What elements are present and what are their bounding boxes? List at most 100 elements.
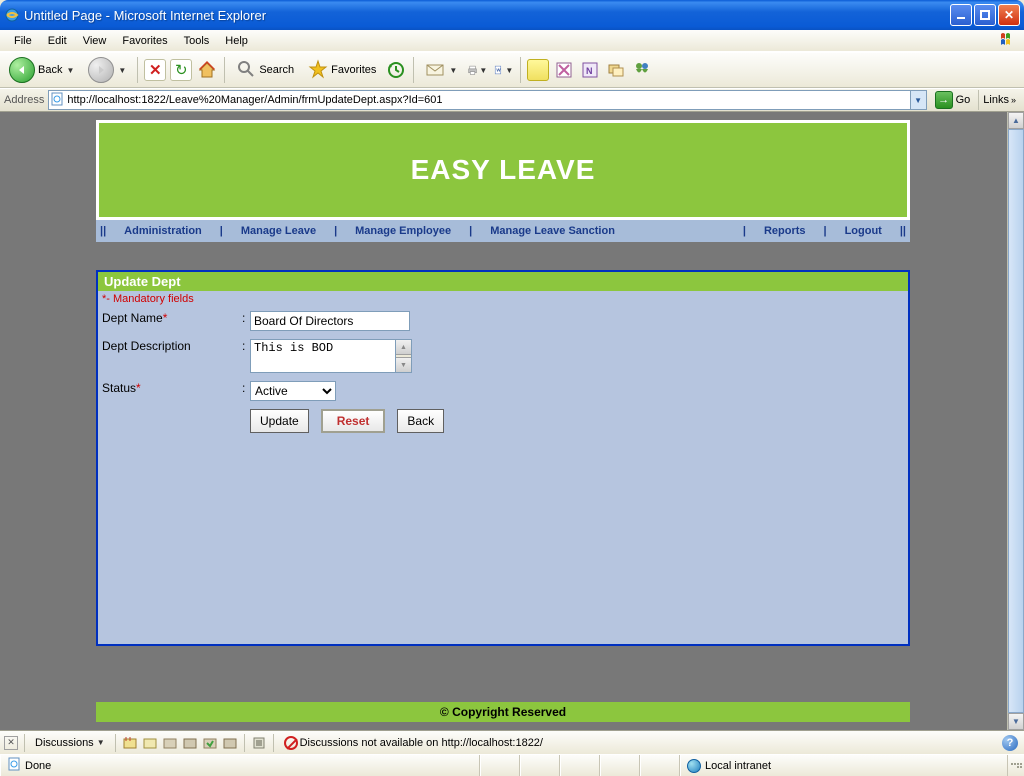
globe-icon	[687, 759, 701, 773]
status-zone: Local intranet	[680, 755, 1008, 776]
page-done-icon	[7, 757, 21, 774]
discuss-button[interactable]	[605, 59, 627, 81]
maximize-button[interactable]	[974, 4, 996, 26]
links-button[interactable]: Links »	[978, 90, 1020, 110]
windows-flag-icon	[1000, 31, 1020, 49]
edit-button[interactable]: W▼	[492, 59, 514, 81]
forward-arrow-icon	[88, 57, 114, 83]
back-button[interactable]: Back ▼	[4, 56, 79, 84]
dept-name-input[interactable]	[250, 311, 410, 331]
disc-icon-6[interactable]	[222, 735, 238, 751]
onenote-button[interactable]: N	[579, 59, 601, 81]
nav-manage-leave[interactable]: Manage Leave	[227, 225, 330, 237]
dept-desc-label: Dept Description	[102, 339, 242, 353]
toolbar: Back ▼ ▼ ✕ ↻ Search Favorites ▼ ▼ W▼ N	[0, 52, 1024, 88]
menu-edit[interactable]: Edit	[40, 33, 75, 49]
textarea-scrollbar[interactable]: ▲ ▼	[396, 339, 412, 373]
links-label: Links	[983, 94, 1009, 106]
scroll-down-button[interactable]: ▼	[1008, 713, 1024, 730]
app-title: EASY LEAVE	[411, 154, 596, 186]
mandatory-note: *- Mandatory fields	[98, 291, 908, 307]
separator	[224, 57, 225, 83]
menu-help[interactable]: Help	[217, 33, 256, 49]
separator	[137, 57, 138, 83]
discussions-bar: ✕ Discussions▼ Discussions not available…	[0, 730, 1024, 754]
menu-tools[interactable]: Tools	[176, 33, 218, 49]
app-footer: © Copyright Reserved	[96, 702, 910, 722]
disc-subscribe-icon[interactable]	[251, 735, 267, 751]
disc-icon-1[interactable]	[122, 735, 138, 751]
disc-icon-4[interactable]	[182, 735, 198, 751]
disc-icon-3[interactable]	[162, 735, 178, 751]
update-dept-panel: Update Dept *- Mandatory fields Dept Nam…	[96, 270, 910, 646]
dept-name-label: Dept Name*	[102, 311, 242, 325]
window-titlebar: Untitled Page - Microsoft Internet Explo…	[0, 0, 1024, 30]
no-entry-icon	[284, 736, 298, 750]
url-input[interactable]	[65, 94, 909, 106]
nav-administration[interactable]: Administration	[110, 225, 216, 237]
back-button-form[interactable]: Back	[397, 409, 444, 433]
stop-button[interactable]: ✕	[144, 59, 166, 81]
url-field-wrap[interactable]: ▼	[48, 90, 926, 110]
menu-view[interactable]: View	[75, 33, 115, 49]
discussions-status: Discussions not available on http://loca…	[280, 735, 547, 751]
history-button[interactable]	[385, 59, 407, 81]
discussions-label: Discussions	[35, 737, 94, 749]
panel-title: Update Dept	[98, 272, 908, 291]
home-button[interactable]	[196, 59, 218, 81]
url-dropdown-icon[interactable]: ▼	[910, 91, 926, 109]
app-banner: EASY LEAVE	[96, 120, 910, 220]
mail-button[interactable]: ▼	[420, 56, 462, 84]
menu-favorites[interactable]: Favorites	[114, 33, 175, 49]
note-button[interactable]	[527, 59, 549, 81]
discussions-message: Discussions not available on http://loca…	[300, 737, 543, 749]
search-icon	[236, 59, 256, 82]
messenger-button[interactable]	[631, 59, 653, 81]
address-label: Address	[4, 94, 44, 106]
scroll-up-icon[interactable]: ▲	[396, 340, 411, 355]
back-arrow-icon	[9, 57, 35, 83]
forward-dropdown-icon[interactable]: ▼	[118, 66, 126, 75]
resize-grip[interactable]	[1008, 761, 1024, 770]
separator	[520, 57, 521, 83]
nav-reports[interactable]: Reports	[750, 225, 820, 237]
research-button[interactable]	[553, 59, 575, 81]
menu-file[interactable]: File	[6, 33, 40, 49]
status-select[interactable]: Active	[250, 381, 336, 401]
nav-manage-leave-sanction[interactable]: Manage Leave Sanction	[476, 225, 629, 237]
minimize-button[interactable]	[950, 4, 972, 26]
search-label: Search	[259, 64, 294, 76]
help-icon[interactable]: ?	[1002, 735, 1018, 751]
dept-desc-textarea[interactable]	[250, 339, 396, 373]
favorites-button[interactable]: Favorites	[303, 56, 381, 84]
go-arrow-icon: →	[935, 91, 953, 109]
discussions-menu[interactable]: Discussions▼	[31, 736, 109, 750]
close-button[interactable]: ✕	[998, 4, 1020, 26]
nav-manage-employee[interactable]: Manage Employee	[341, 225, 465, 237]
discussions-close-button[interactable]: ✕	[4, 736, 18, 750]
mail-icon	[425, 60, 445, 81]
separator	[413, 57, 414, 83]
scroll-down-icon[interactable]: ▼	[396, 357, 411, 372]
update-button[interactable]: Update	[250, 409, 309, 433]
status-label: Status*	[102, 381, 242, 395]
scroll-up-button[interactable]: ▲	[1008, 112, 1024, 129]
nav-logout[interactable]: Logout	[831, 225, 896, 237]
favorites-label: Favorites	[331, 64, 376, 76]
back-label: Back	[38, 64, 62, 76]
refresh-button[interactable]: ↻	[170, 59, 192, 81]
scroll-thumb[interactable]	[1008, 129, 1024, 713]
disc-icon-5[interactable]	[202, 735, 218, 751]
go-button[interactable]: → Go	[931, 90, 975, 110]
vertical-scrollbar[interactable]: ▲ ▼	[1007, 112, 1024, 730]
disc-icon-2[interactable]	[142, 735, 158, 751]
forward-button[interactable]: ▼	[83, 56, 131, 84]
back-dropdown-icon[interactable]: ▼	[66, 66, 74, 75]
window-title: Untitled Page - Microsoft Internet Explo…	[24, 8, 950, 23]
status-done: Done	[0, 755, 480, 776]
search-button[interactable]: Search	[231, 56, 299, 84]
svg-text:N: N	[586, 66, 593, 76]
reset-button[interactable]: Reset	[321, 409, 386, 433]
menubar: File Edit View Favorites Tools Help	[0, 30, 1024, 52]
print-button[interactable]: ▼	[466, 59, 488, 81]
